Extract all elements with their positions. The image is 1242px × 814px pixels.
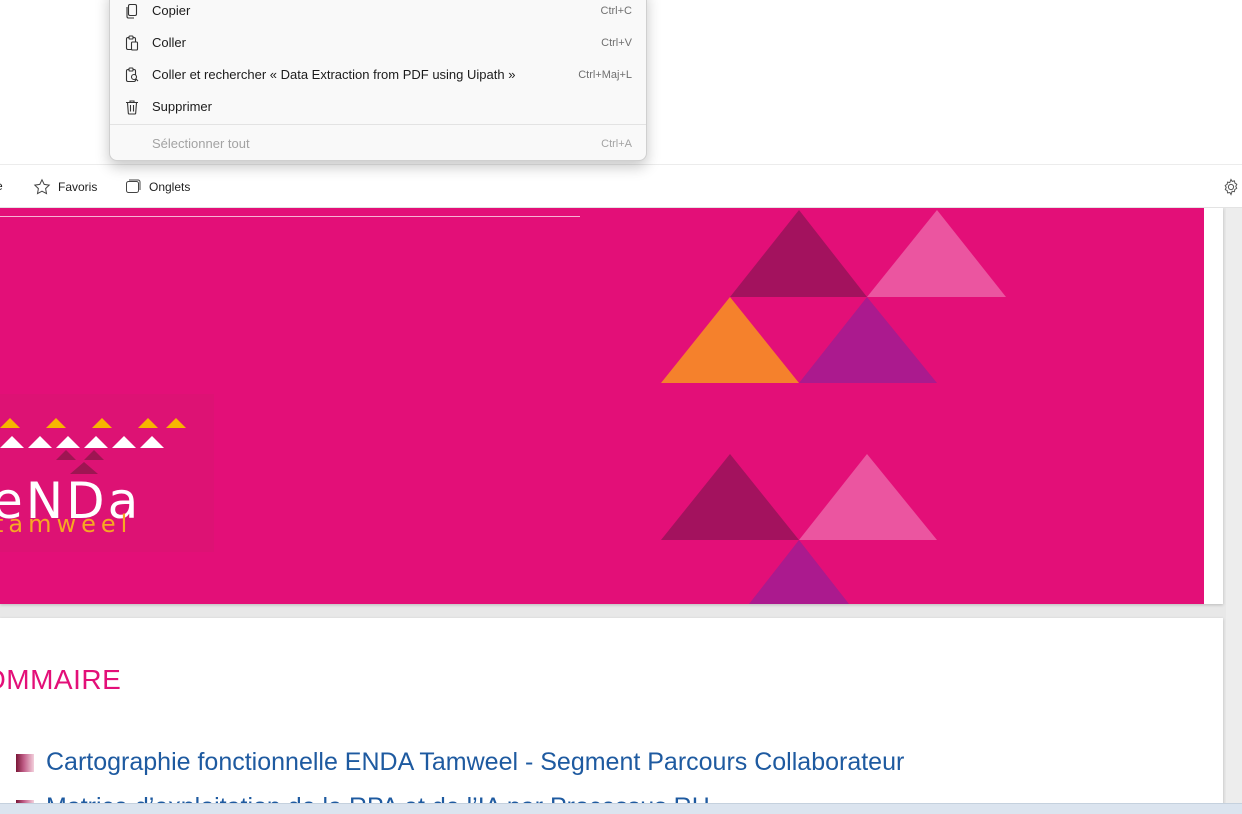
viewer-scrollbar[interactable] <box>1226 208 1242 803</box>
menu-item-label: Supprimer <box>152 99 212 114</box>
logo-text-tamweel: tamweel <box>0 510 133 538</box>
status-strip <box>0 803 1242 814</box>
summary-item-2: Matrice d’exploitation de la RPA et de l… <box>46 793 710 803</box>
menu-item-shortcut: Ctrl+Maj+L <box>578 69 632 81</box>
menu-item-label: Sélectionner tout <box>152 136 250 151</box>
tabs-icon <box>126 179 141 193</box>
menu-item-label: Coller et rechercher « Data Extraction f… <box>152 67 516 82</box>
document-viewer[interactable]: eNDa tamweel OMMAIRE Cartographie foncti… <box>0 208 1242 803</box>
favorites-button[interactable]: Favoris <box>33 176 97 198</box>
summary-heading: OMMAIRE <box>0 664 122 695</box>
paste-icon <box>125 35 139 51</box>
menu-item-shortcut: Ctrl+V <box>601 37 632 49</box>
trash-icon <box>126 100 138 115</box>
paste-search-icon <box>125 67 139 83</box>
menu-item-shortcut: Ctrl+C <box>600 5 632 17</box>
title-slide-background: eNDa tamweel <box>0 208 1204 604</box>
bullet-icon <box>16 754 34 772</box>
slide-title: eNDa tamweel <box>0 208 1223 604</box>
tabs-label: Onglets <box>149 180 191 194</box>
tabs-button[interactable]: Onglets <box>124 176 190 198</box>
slide-summary: OMMAIRE Cartographie fonctionnelle ENDA … <box>0 618 1223 803</box>
star-icon <box>33 178 51 195</box>
menu-item-paste-and-search[interactable]: Coller et rechercher « Data Extraction f… <box>110 59 646 91</box>
gear-icon[interactable] <box>1222 178 1240 196</box>
favorites-bar-cut-item[interactable]: e <box>0 179 3 193</box>
menu-item-label: Coller <box>152 35 186 50</box>
context-menu: Copier Ctrl+C Coller Ctrl+V Coller et re… <box>109 0 647 161</box>
favorites-bar: e Favoris Onglets <box>0 164 1242 208</box>
favorites-label: Favoris <box>58 180 98 194</box>
menu-item-label: Copier <box>152 3 191 18</box>
menu-item-delete[interactable]: Supprimer <box>110 91 646 123</box>
menu-item-shortcut: Ctrl+A <box>601 138 632 150</box>
copy-icon <box>126 3 138 19</box>
menu-separator <box>110 124 646 125</box>
summary-item-1: Cartographie fonctionnelle ENDA Tamweel … <box>46 748 905 776</box>
menu-item-paste[interactable]: Coller Ctrl+V <box>110 27 646 59</box>
menu-item-copy[interactable]: Copier Ctrl+C <box>110 0 646 27</box>
menu-item-select-all[interactable]: Sélectionner tout Ctrl+A <box>110 128 646 160</box>
